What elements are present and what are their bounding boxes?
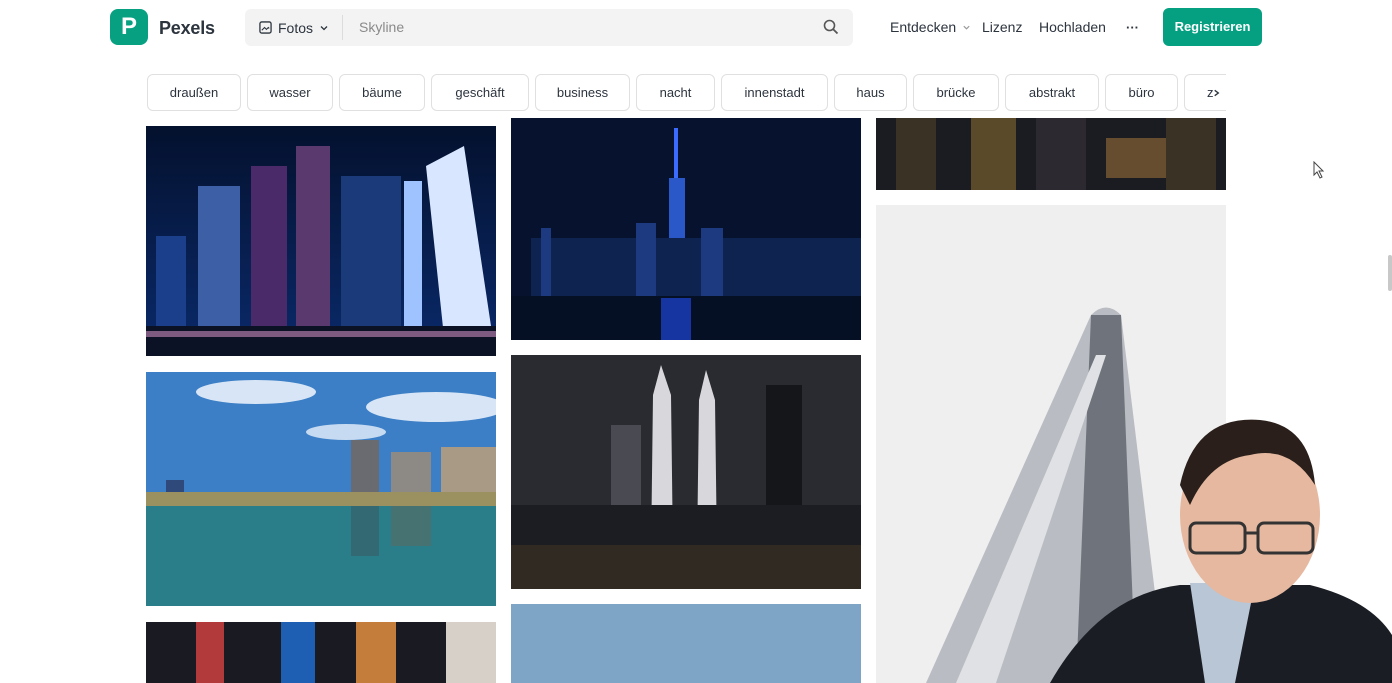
photo-dubai-marina-image <box>876 118 1226 190</box>
photo-blue-sky[interactable] <box>511 604 861 683</box>
tag-nacht[interactable]: nacht <box>636 74 715 111</box>
tag-drau-en[interactable]: draußen <box>147 74 241 111</box>
photo-moscow-city-night-image <box>146 126 496 356</box>
photo-nyc-night-skyline-image <box>511 118 861 340</box>
photo-petronas-towers[interactable] <box>511 355 861 589</box>
scrollbar-thumb[interactable] <box>1388 255 1392 291</box>
brand-name[interactable]: Pexels <box>159 18 215 39</box>
image-icon <box>259 21 272 34</box>
tag-innenstadt[interactable]: innenstadt <box>721 74 828 111</box>
tag-bruecke[interactable]: brücke <box>913 74 999 111</box>
search-icon[interactable] <box>823 19 839 35</box>
tag-baeume[interactable]: bäume <box>339 74 425 111</box>
search-input[interactable]: Skyline <box>359 9 404 46</box>
top-navbar: P Pexels Fotos Skyline Entdecken Lizenz … <box>0 0 1392 56</box>
tag-buero[interactable]: büro <box>1105 74 1178 111</box>
nav-discover-label: Entdecken <box>890 19 957 35</box>
tag-haus[interactable]: haus <box>834 74 907 111</box>
chevron-down-icon <box>963 25 970 30</box>
tag-abstrakt[interactable]: abstrakt <box>1005 74 1099 111</box>
search-type-label: Fotos <box>278 19 314 36</box>
register-button[interactable]: Registrieren <box>1163 8 1262 46</box>
tag-partial[interactable]: z <box>1184 74 1226 111</box>
webcam-presenter <box>1010 405 1392 683</box>
photo-times-square-image <box>146 622 496 683</box>
presenter-image <box>1050 419 1392 683</box>
photo-nyc-night-skyline[interactable] <box>511 118 861 340</box>
search-bar: Fotos Skyline <box>245 9 853 46</box>
photo-petronas-towers-image <box>511 355 861 589</box>
nav-upload[interactable]: Hochladen <box>1039 0 1106 56</box>
photo-central-park-reflection-image <box>146 372 496 606</box>
pexels-logo[interactable]: P <box>110 9 148 45</box>
chevron-down-icon <box>320 25 328 30</box>
photo-dubai-marina[interactable] <box>876 118 1226 190</box>
pexels-logo-mark: P <box>120 13 137 40</box>
photo-central-park-reflection[interactable] <box>146 372 496 606</box>
nav-license[interactable]: Lizenz <box>982 0 1022 56</box>
tag-geschaeft[interactable]: geschäft <box>431 74 529 111</box>
search-divider <box>342 15 343 40</box>
mouse-cursor-icon <box>1313 161 1325 179</box>
tag-business[interactable]: business <box>535 74 630 111</box>
search-type-dropdown[interactable]: Fotos <box>259 9 329 46</box>
tag-wasser[interactable]: wasser <box>247 74 333 111</box>
more-menu-icon[interactable]: ··· <box>1126 0 1139 56</box>
nav-discover[interactable]: Entdecken <box>890 0 971 56</box>
photo-moscow-city-night[interactable] <box>146 126 496 356</box>
chevron-right-icon[interactable] <box>1212 88 1221 98</box>
photo-times-square[interactable] <box>146 622 496 683</box>
